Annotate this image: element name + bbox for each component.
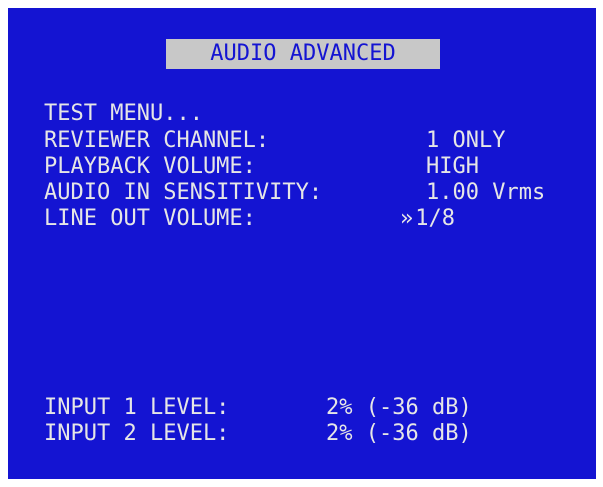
line-out-volume-label: LINE OUT VOLUME:: [44, 206, 256, 231]
menu-item-reviewer-channel[interactable]: REVIEWER CHANNEL: 1 ONLY: [44, 128, 592, 154]
input-2-level-label: INPUT 2 LEVEL:: [44, 421, 230, 446]
line-out-volume-value: 1/8: [415, 206, 455, 231]
playback-volume-value: HIGH: [426, 154, 479, 179]
input-1-level-value: 2% (-36 dB): [326, 395, 472, 420]
playback-volume-label: PLAYBACK VOLUME:: [44, 154, 256, 179]
audio-in-sensitivity-value: 1.00 Vrms: [426, 180, 546, 205]
menu-item-audio-in-sensitivity[interactable]: AUDIO IN SENSITIVITY: 1.00 Vrms: [44, 180, 592, 206]
reviewer-channel-value: 1 ONLY: [426, 128, 506, 153]
input-1-level-label: INPUT 1 LEVEL:: [44, 395, 230, 420]
menu-item-line-out-volume[interactable]: LINE OUT VOLUME: »1/8: [44, 206, 592, 232]
menu-item-playback-volume[interactable]: PLAYBACK VOLUME: HIGH: [44, 154, 592, 180]
line-out-volume-value-group: »1/8: [400, 206, 455, 232]
menu-item-test-menu[interactable]: TEST MENU...: [44, 101, 592, 127]
input-2-level-value: 2% (-36 dB): [326, 421, 472, 446]
audio-in-sensitivity-label: AUDIO IN SENSITIVITY:: [44, 180, 323, 205]
reviewer-channel-label: REVIEWER CHANNEL:: [44, 128, 270, 153]
osd-screen: AUDIO ADVANCED TEST MENU... REVIEWER CHA…: [8, 8, 596, 479]
test-menu-label: TEST MENU...: [44, 101, 203, 126]
selection-cursor-icon: »: [400, 206, 414, 231]
page-title: AUDIO ADVANCED: [166, 39, 440, 69]
input-2-level-row: INPUT 2 LEVEL: 2% (-36 dB): [44, 421, 592, 447]
input-1-level-row: INPUT 1 LEVEL: 2% (-36 dB): [44, 395, 592, 421]
